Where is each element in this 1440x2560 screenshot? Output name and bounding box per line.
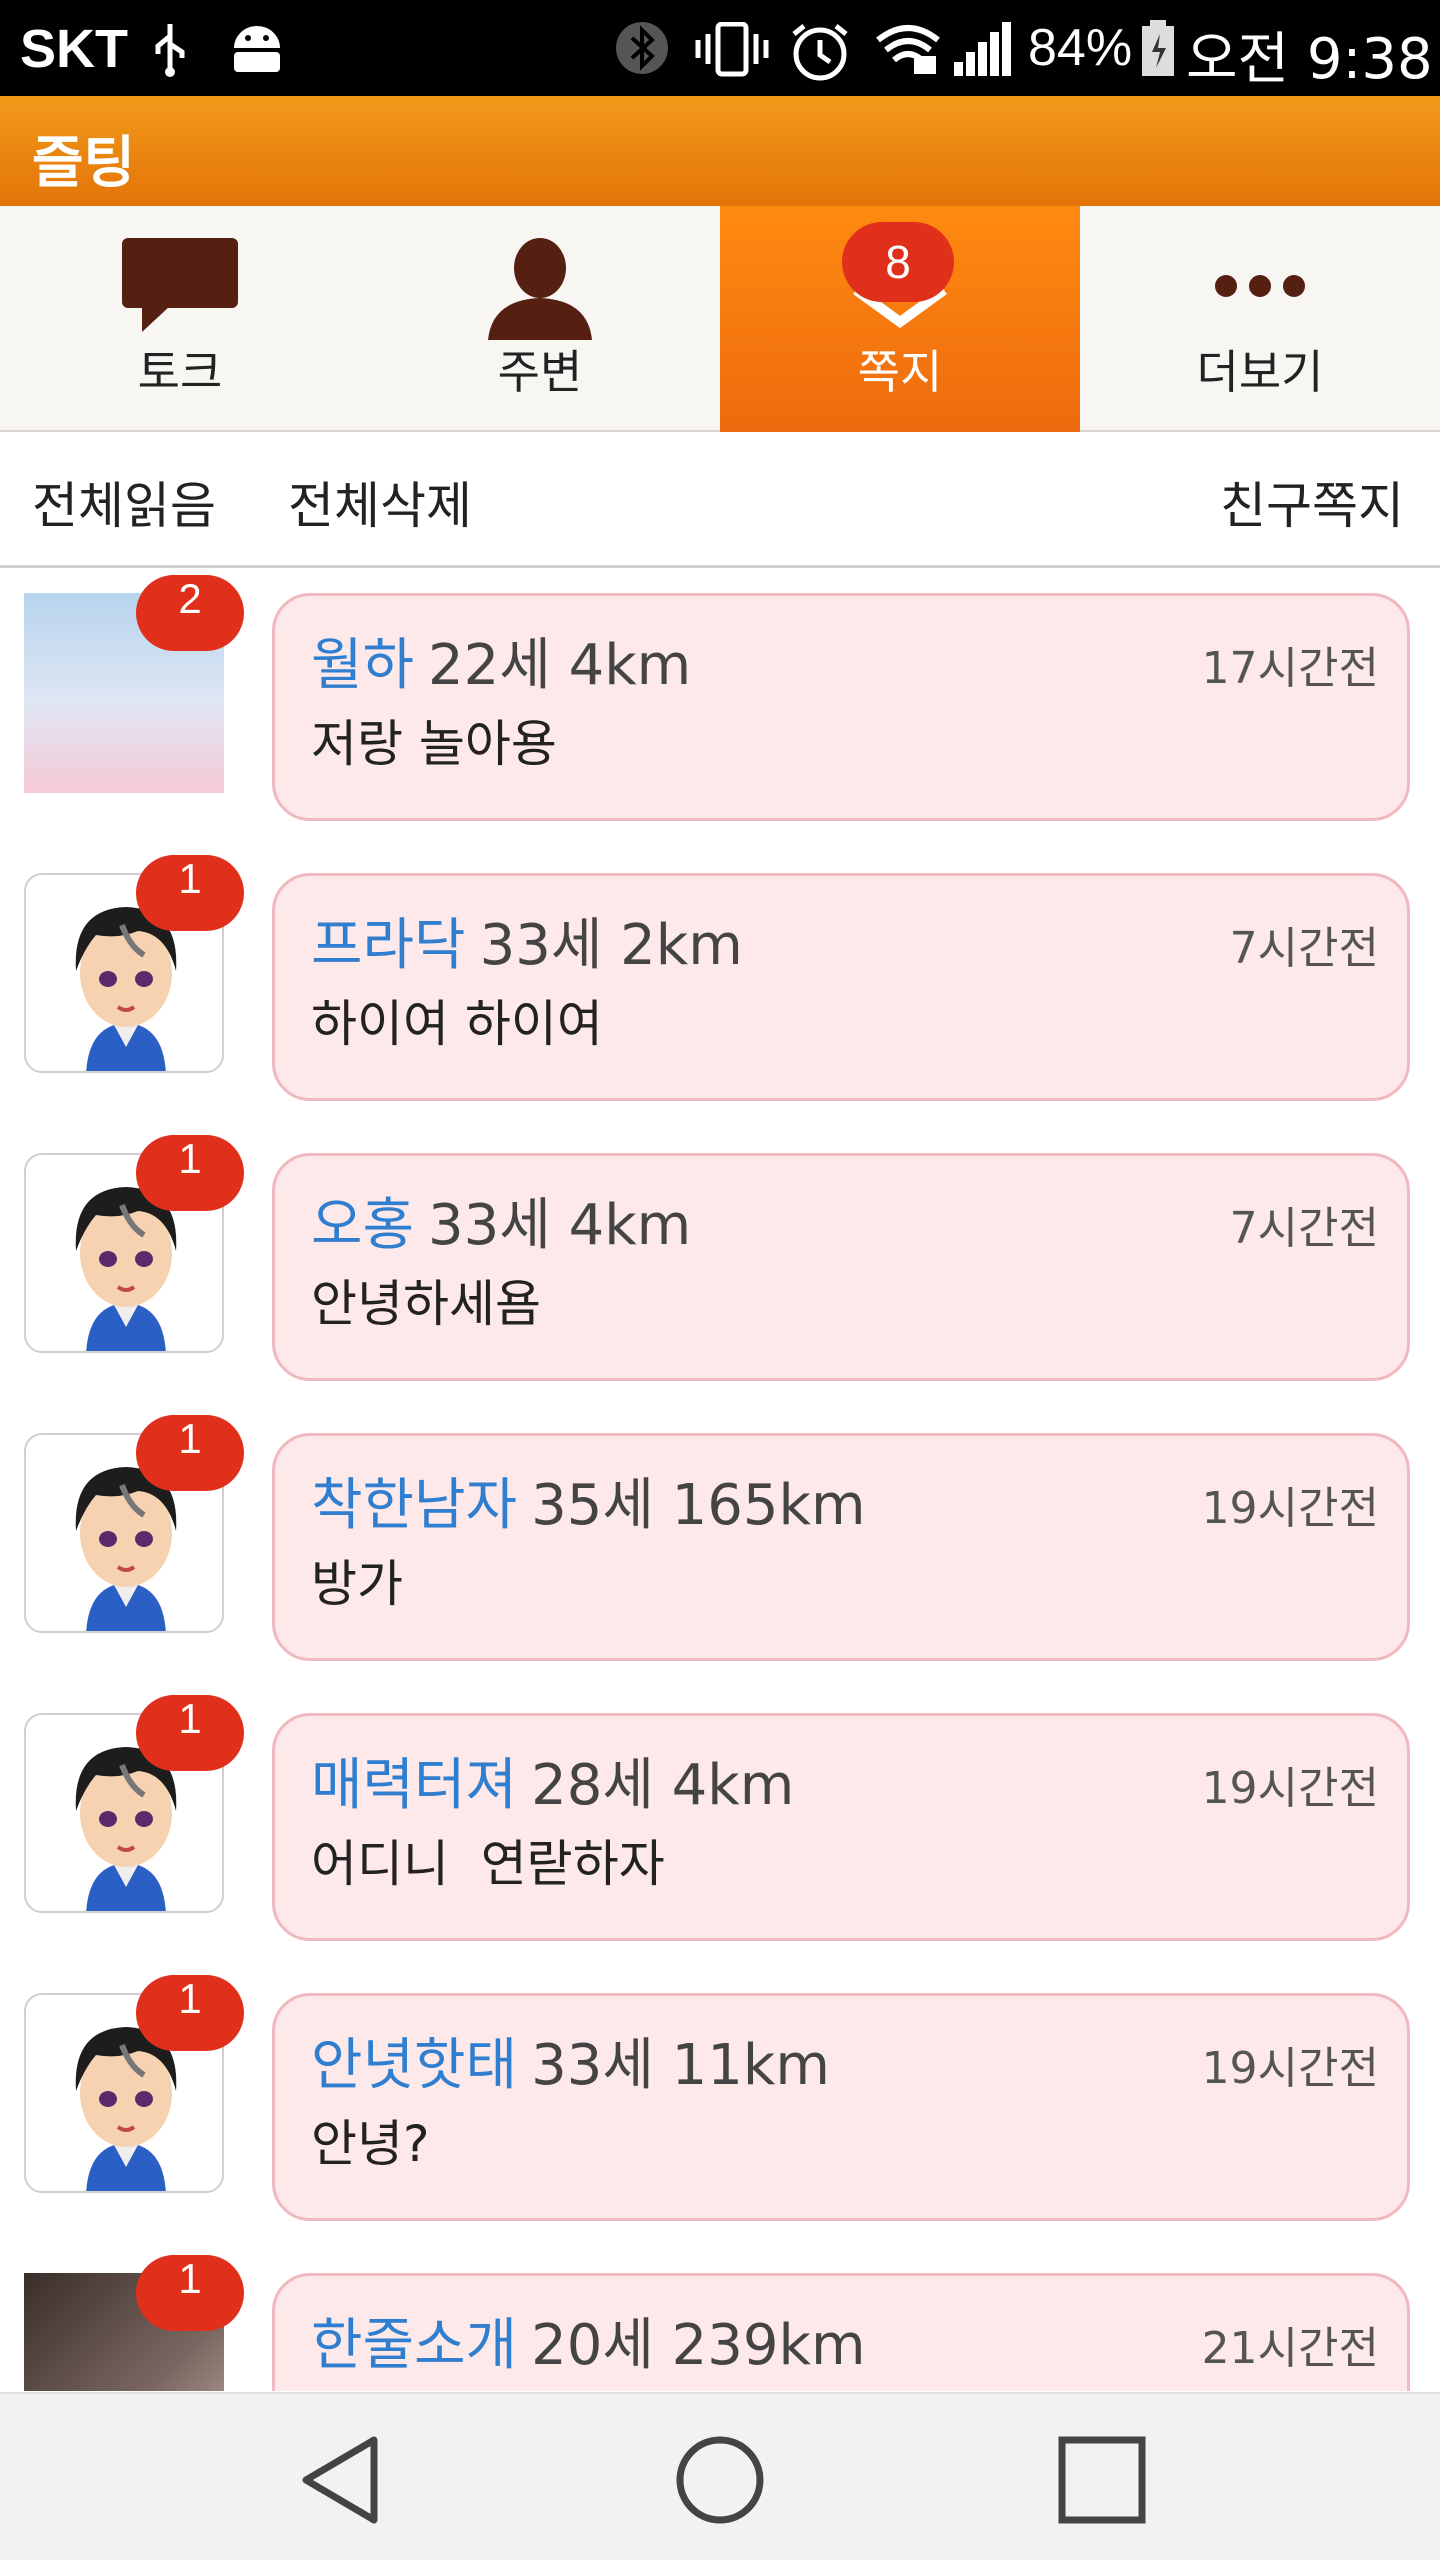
message-bubble[interactable]: 한줄소개 20세 239km 21시간전 [272, 2273, 1410, 2391]
sender-nickname: 한줄소개 [311, 2313, 518, 2378]
list-item[interactable]: 1 오홍 33세 4km 7시간전안녕하세욤 [0, 1131, 1440, 1411]
wifi-icon [876, 25, 940, 74]
unread-count-badge: 1 [136, 1135, 244, 1211]
tab-label: 토크 [137, 345, 223, 399]
app-title: 즐팅 [32, 131, 136, 196]
tab-more[interactable]: 더보기 [1080, 206, 1440, 432]
sender-age-distance: 35세 165km [531, 1473, 866, 1538]
unread-count-badge: 2 [136, 575, 244, 651]
sender-nickname: 안녓핫태 [311, 2033, 518, 2098]
alarm-icon [792, 24, 848, 81]
app-bar: 즐팅 [0, 96, 1440, 206]
unread-count-badge: 1 [136, 2255, 244, 2331]
list-item[interactable]: 1 착한남자 35세 165km 19시간전방가 [0, 1411, 1440, 1691]
delete-all-button[interactable]: 전체삭제 [288, 466, 472, 538]
home-icon[interactable] [674, 2434, 766, 2526]
tab-nearby[interactable]: 주변 [360, 206, 720, 432]
usb-icon [155, 24, 185, 77]
status-bar: SKT 84% 오전 9:38 [0, 0, 1440, 96]
message-time: 7시간전 [1229, 923, 1379, 974]
message-list: 2 월하 22세 4km 17시간전 저랑 놀아용 1 프라닥 33세 2km 7시간전 하이여 … [0, 571, 1440, 2391]
sender-line: 착한남자 35세 165km [311, 1460, 866, 1541]
carrier-label: SKT [20, 19, 128, 79]
sender-line: 한줄소개 20세 239km [311, 2300, 866, 2381]
unread-count-badge: 1 [136, 855, 244, 931]
sender-line: 프라닥 33세 2km [311, 900, 743, 981]
sender-age-distance: 22세 4km [428, 633, 692, 698]
list-item[interactable]: 1 프라닥 33세 2km 7시간전하이여 하이여 [0, 851, 1440, 1131]
signal-icon [954, 22, 1011, 76]
message-preview: 안녕? [311, 2115, 430, 2173]
message-time: 19시간전 [1201, 1763, 1379, 1814]
recent-apps-icon[interactable] [1058, 2434, 1146, 2526]
sender-age-distance: 20세 239km [531, 2313, 866, 2378]
bluetooth-icon [616, 22, 668, 74]
sender-nickname: 착한남자 [311, 1473, 518, 1538]
message-time: 17시간전 [1201, 643, 1379, 694]
list-item[interactable]: 1 안녓핫태 33세 11km 19시간전안녕? [0, 1971, 1440, 2251]
read-all-button[interactable]: 전체읽음 [32, 466, 216, 538]
person-icon [488, 238, 592, 340]
message-bubble[interactable]: 착한남자 35세 165km 19시간전방가 [272, 1433, 1410, 1661]
sender-nickname: 월하 [311, 633, 415, 698]
android-icon [234, 26, 280, 72]
list-item[interactable]: 1 한줄소개 20세 239km 21시간전 [0, 2251, 1440, 2391]
message-time: 19시간전 [1201, 1483, 1379, 1534]
list-item[interactable]: 1 매력터져 28세 4km 19시간전어디니 연랃하자 [0, 1691, 1440, 1971]
vibrate-icon [695, 22, 769, 77]
sender-nickname: 매력터져 [311, 1753, 518, 1818]
message-bubble[interactable]: 오홍 33세 4km 7시간전안녕하세욤 [272, 1153, 1410, 1381]
message-bubble[interactable]: 프라닥 33세 2km 7시간전하이여 하이여 [272, 873, 1410, 1101]
sender-age-distance: 33세 4km [428, 1193, 692, 1258]
navigation-bar [0, 2392, 1440, 2560]
friend-messages-button[interactable]: 친구쪽지 [1220, 466, 1404, 538]
sender-line: 월하 22세 4km [311, 620, 691, 701]
clock: 오전 9:38 [1186, 27, 1433, 92]
battery-percent: 84% [1028, 19, 1133, 77]
message-preview: 안녕하세욤 [311, 1275, 541, 1333]
sender-line: 오홍 33세 4km [311, 1180, 691, 1261]
sender-nickname: 오홍 [311, 1193, 415, 1258]
list-item[interactable]: 2 월하 22세 4km 17시간전저랑 놀아용 [0, 571, 1440, 851]
more-dots-icon [1215, 275, 1305, 297]
tab-talk[interactable]: 토크 [0, 206, 360, 432]
sender-age-distance: 28세 4km [531, 1753, 795, 1818]
chat-bubble-icon [122, 238, 238, 332]
message-time: 21시간전 [1201, 2323, 1379, 2374]
message-preview: 하이여 하이여 [311, 995, 603, 1053]
message-bubble[interactable]: 안녓핫태 33세 11km 19시간전안녕? [272, 1993, 1410, 2221]
tab-label: 더보기 [1196, 345, 1324, 399]
tab-label: 쪽지 [857, 345, 943, 399]
unread-count-badge: 1 [136, 1415, 244, 1491]
message-time: 7시간전 [1229, 1203, 1379, 1254]
message-preview: 방가 [311, 1555, 403, 1613]
sender-nickname: 프라닥 [311, 913, 466, 978]
unread-count-badge: 1 [136, 1975, 244, 2051]
tab-bar: 토크 주변 쪽지 더보기 [0, 206, 1440, 432]
message-time: 19시간전 [1201, 2043, 1379, 2094]
tab-label: 주변 [497, 345, 583, 399]
back-icon[interactable] [298, 2434, 382, 2526]
unread-badge: 8 [842, 222, 954, 302]
message-preview: 저랑 놀아용 [311, 715, 557, 773]
message-bubble[interactable]: 매력터져 28세 4km 19시간전어디니 연랃하자 [272, 1713, 1410, 1941]
unread-count-badge: 1 [136, 1695, 244, 1771]
message-bubble[interactable]: 월하 22세 4km 17시간전저랑 놀아용 [272, 593, 1410, 821]
action-row: 전체읽음 전체삭제 친구쪽지 [0, 432, 1440, 568]
sender-line: 매력터져 28세 4km [311, 1740, 794, 1821]
sender-line: 안녓핫태 33세 11km [311, 2020, 830, 2101]
battery-icon [1142, 20, 1174, 76]
sender-age-distance: 33세 11km [531, 2033, 830, 2098]
sender-age-distance: 33세 2km [479, 913, 743, 978]
message-preview: 어디니 연랃하자 [311, 1835, 665, 1893]
